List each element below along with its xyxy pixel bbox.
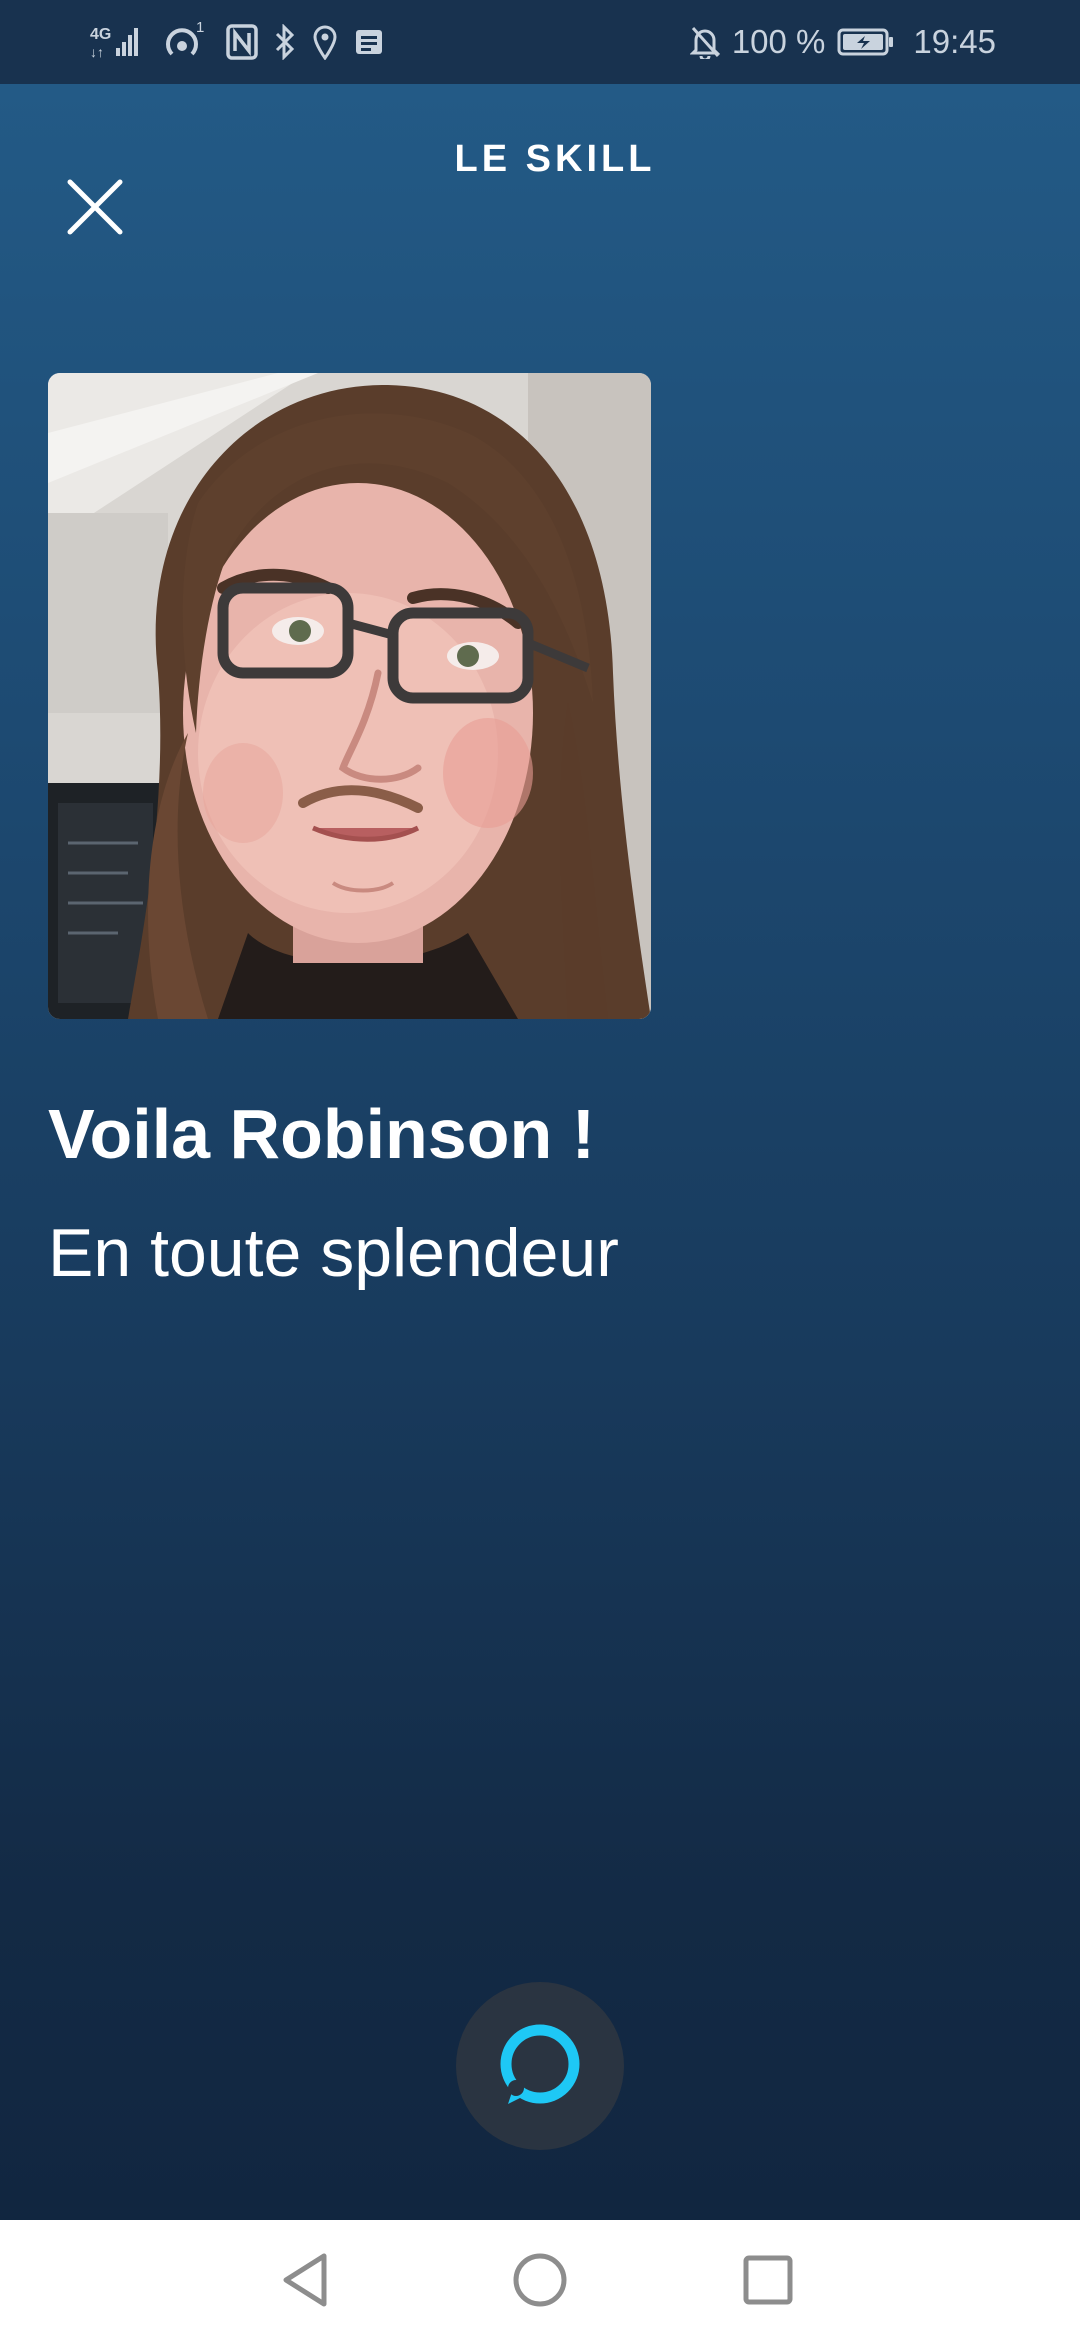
battery-percent: 100 %: [731, 23, 826, 60]
message-icon: [354, 27, 384, 57]
recents-button[interactable]: [738, 2250, 798, 2310]
silent-bell-icon: [689, 25, 720, 59]
back-icon: [283, 2253, 327, 2307]
home-icon: [513, 2253, 567, 2307]
portrait-photo: [48, 373, 651, 1019]
bluetooth-icon: [274, 24, 296, 60]
location-icon: [312, 24, 338, 60]
alexa-ring-icon: [500, 2024, 580, 2104]
battery-charging-icon: [837, 27, 895, 57]
close-icon: [67, 179, 123, 235]
recents-icon: [743, 2255, 793, 2305]
status-icons-right: 100 % 19:45: [689, 18, 996, 66]
alexa-button[interactable]: [456, 1982, 624, 2150]
back-button[interactable]: [278, 2250, 338, 2310]
card-subtitle: En toute splendeur: [48, 1215, 619, 1291]
home-button[interactable]: [510, 2250, 570, 2310]
status-bar: 4G ↓↑ 1 100 % 19:45: [0, 0, 1080, 84]
clock: 19:45: [913, 23, 996, 60]
network-4g-icon: 4G ↓↑: [88, 22, 144, 62]
card-title: Voila Robinson !: [48, 1095, 596, 1173]
navigation-bar: [0, 2220, 1080, 2340]
close-button[interactable]: [62, 174, 128, 240]
svg-text:1: 1: [196, 20, 204, 36]
hotspot-icon: 1: [160, 20, 210, 64]
svg-text:4G: 4G: [90, 26, 111, 43]
skill-card-screen: LE SKILL Voila Robinson ! En toute splen…: [0, 84, 1080, 2220]
status-icons-left: 4G ↓↑ 1: [88, 18, 384, 66]
svg-text:↓↑: ↓↑: [90, 44, 104, 60]
nfc-icon: [226, 24, 258, 60]
page-title: LE SKILL: [454, 138, 656, 180]
